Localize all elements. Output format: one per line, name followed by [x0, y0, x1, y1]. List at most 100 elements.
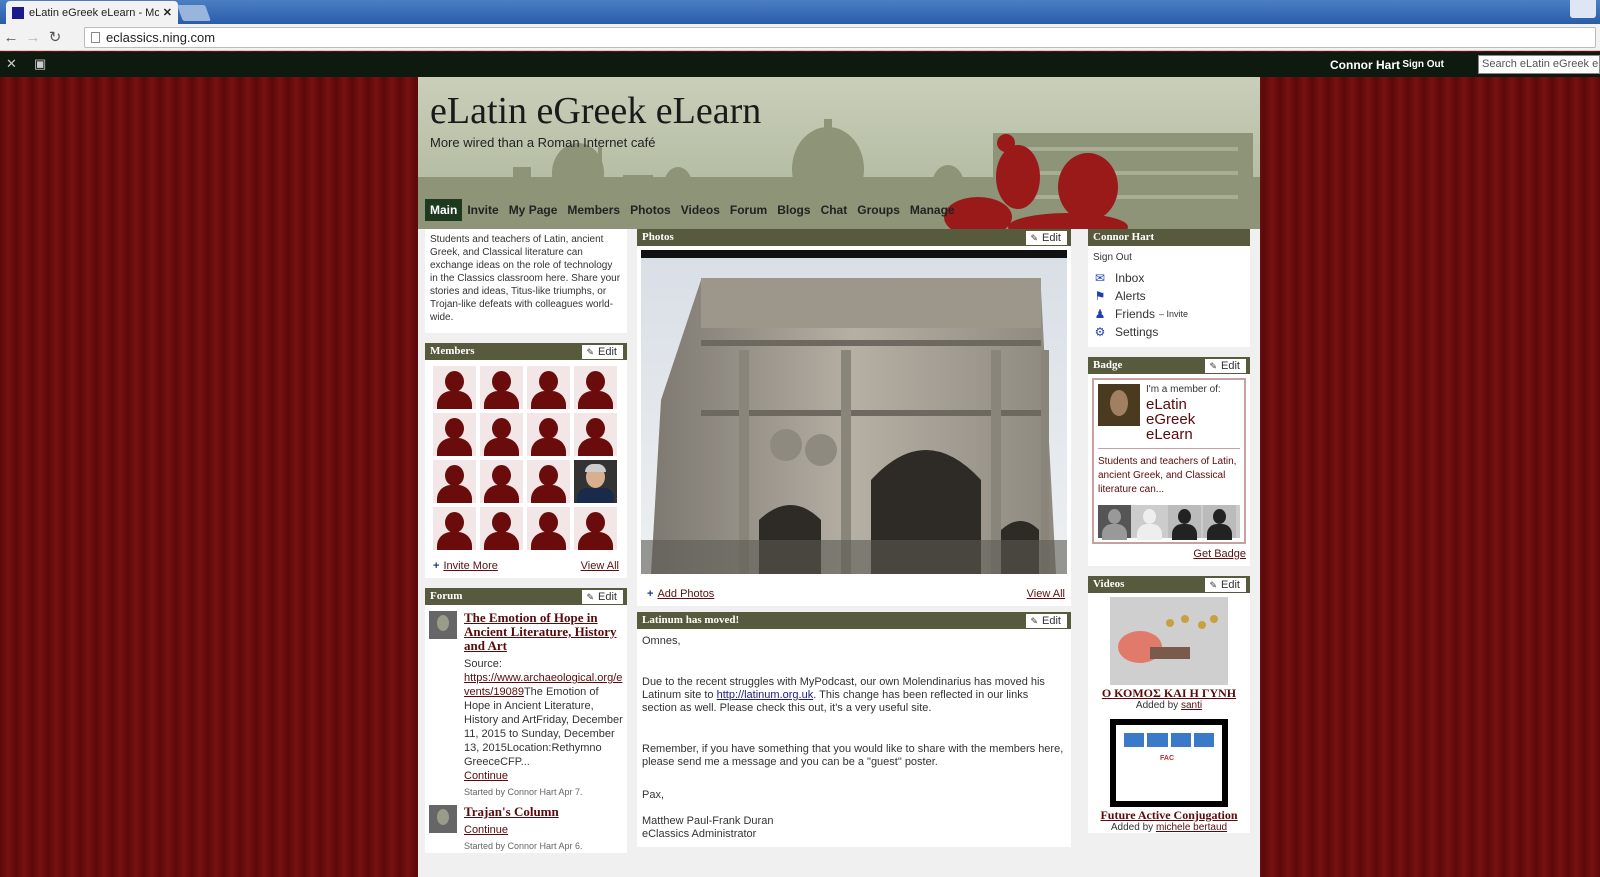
video-title-link[interactable]: Future Active Conjugation — [1088, 809, 1250, 822]
member-avatar[interactable] — [574, 507, 617, 550]
invite-more-link[interactable]: Invite More — [443, 560, 497, 572]
nav-my-page[interactable]: My Page — [504, 199, 563, 221]
topic-continue-link[interactable]: Continue — [464, 824, 508, 836]
ningbar-user-name[interactable]: Connor Hart — [1330, 58, 1400, 72]
topic-title-link[interactable]: The Emotion of Hope in Ancient Literatur… — [464, 611, 623, 653]
nav-manage[interactable]: Manage — [905, 199, 960, 221]
person-icon: ♟ — [1094, 307, 1106, 321]
post-body: Omnes, Due to the recent struggles with … — [637, 629, 1071, 847]
video-thumbnail[interactable]: FAC — [1110, 719, 1228, 807]
topic-author-avatar[interactable] — [429, 611, 457, 639]
get-badge: Get Badge — [1088, 548, 1250, 566]
photos-edit-button[interactable]: ✎ Edit — [1026, 231, 1067, 245]
blog-post-module: Latinum has moved! ✎ Edit Omnes, Due to t… — [637, 612, 1071, 847]
videos-title: Videos — [1093, 578, 1125, 590]
site-title[interactable]: eLatin eGreek eLearn — [430, 89, 761, 133]
add-photos-link[interactable]: Add Photos — [657, 588, 714, 600]
get-badge-link[interactable]: Get Badge — [1193, 548, 1246, 560]
nav-groups[interactable]: Groups — [852, 199, 905, 221]
member-avatar[interactable] — [480, 366, 523, 409]
badge-member-face — [1098, 505, 1131, 540]
video-author-link[interactable]: santi — [1181, 700, 1202, 711]
badge-member-faces — [1098, 505, 1240, 540]
member-avatar[interactable] — [480, 507, 523, 550]
badge-network-name: eLatin eGreek eLearn — [1146, 396, 1196, 443]
nav-videos[interactable]: Videos — [676, 199, 725, 221]
photo-slideshow[interactable] — [641, 250, 1067, 574]
arch-of-constantine-photo — [641, 258, 1067, 574]
member-avatar[interactable] — [527, 507, 570, 550]
member-avatar[interactable] — [433, 507, 476, 550]
left-column: Students and teachers of Latin, ancient … — [425, 229, 627, 863]
address-url: eclassics.ning.com — [106, 30, 216, 45]
nav-chat[interactable]: Chat — [816, 199, 853, 221]
badge-member-face — [1168, 505, 1201, 540]
nav-forum[interactable]: Forum — [725, 199, 772, 221]
members-edit-button[interactable]: ✎ Edit — [582, 345, 623, 359]
inbox-link[interactable]: ✉ Inbox — [1093, 269, 1245, 287]
pencil-icon: ✎ — [1030, 616, 1039, 626]
video-title-link[interactable]: Ο ΚΟΜΟΣ ΚΑΙ Η ΓΥΝΗ — [1088, 687, 1250, 700]
post-closing: Pax, — [642, 789, 665, 801]
badge-edit-button[interactable]: ✎ Edit — [1205, 359, 1246, 373]
page-icon — [91, 32, 100, 43]
layout-icon[interactable]: ▣ — [34, 56, 46, 72]
video-author-link[interactable]: michele bertaud — [1156, 822, 1227, 833]
forum-edit-button[interactable]: ✎ Edit — [582, 590, 623, 604]
pencil-icon: ✎ — [1209, 361, 1218, 371]
alerts-link[interactable]: ⚑ Alerts — [1093, 287, 1245, 305]
nav-blogs[interactable]: Blogs — [772, 199, 815, 221]
friends-link[interactable]: ♟ Friends – Invite — [1093, 305, 1245, 323]
tools-icon[interactable]: ✕ — [6, 56, 17, 72]
post-edit-button[interactable]: ✎ Edit — [1026, 614, 1067, 628]
edit-label: Edit — [598, 591, 617, 603]
site-favicon-icon — [12, 6, 24, 19]
member-avatar[interactable] — [480, 460, 523, 503]
forum-header: Forum ✎ Edit — [425, 588, 627, 605]
nav-members[interactable]: Members — [562, 199, 625, 221]
network-search-input[interactable]: Search eLatin eGreek eLe — [1478, 55, 1600, 74]
new-tab-button[interactable] — [177, 5, 211, 21]
topic-continue-link[interactable]: Continue — [464, 770, 508, 782]
window-profile-button[interactable] — [1570, 0, 1596, 18]
topic-author-avatar[interactable] — [429, 805, 457, 833]
photos-view-all-link[interactable]: View All — [1027, 588, 1065, 600]
nav-main[interactable]: Main — [425, 199, 463, 221]
added-by-label: Added by — [1110, 822, 1154, 833]
nav-invite[interactable]: Invite — [462, 199, 503, 221]
user-box-title: Connor Hart — [1093, 231, 1155, 243]
member-avatar[interactable] — [480, 413, 523, 456]
member-avatar[interactable] — [527, 460, 570, 503]
userbox-sign-out[interactable]: Sign Out — [1093, 252, 1245, 263]
nav-photos[interactable]: Photos — [625, 199, 676, 221]
latinum-link[interactable]: http://latinum.org.uk — [717, 689, 814, 701]
address-bar[interactable]: eclassics.ning.com — [84, 27, 1596, 48]
badge-member-face — [1133, 505, 1166, 540]
forum-topic: Trajan's Column Continue Started by Conn… — [425, 799, 627, 853]
member-avatar-photo[interactable] — [574, 460, 617, 503]
inbox-label: Inbox — [1115, 271, 1145, 285]
ningbar-sign-out[interactable]: Sign Out — [1402, 59, 1444, 70]
browser-tab[interactable]: eLatin eGreek eLearn - Mc ✕ — [6, 1, 178, 24]
main-nav: Main Invite My Page Members Photos Video… — [425, 199, 960, 221]
forward-arrow-icon[interactable]: → — [22, 29, 44, 46]
videos-edit-button[interactable]: ✎ Edit — [1205, 578, 1246, 592]
member-avatar[interactable] — [433, 413, 476, 456]
friends-invite-link[interactable]: – Invite — [1159, 309, 1188, 319]
member-avatar[interactable] — [527, 366, 570, 409]
member-avatar[interactable] — [574, 413, 617, 456]
member-avatar[interactable] — [433, 460, 476, 503]
back-arrow-icon[interactable]: ← — [0, 29, 22, 46]
video-thumbnail[interactable] — [1110, 597, 1228, 685]
reload-icon[interactable]: ↻ — [44, 28, 66, 46]
tab-close-icon[interactable]: ✕ — [163, 6, 172, 19]
network-badge[interactable]: I'm a member of: eLatin eGreek eLearn St… — [1092, 378, 1246, 544]
member-avatar[interactable] — [527, 413, 570, 456]
members-view-all-link[interactable]: View All — [581, 560, 619, 572]
member-avatar[interactable] — [574, 366, 617, 409]
settings-link[interactable]: ⚙ Settings — [1093, 323, 1245, 341]
tab-title: eLatin eGreek eLearn - Mc — [29, 6, 159, 19]
member-avatar[interactable] — [433, 366, 476, 409]
topic-title-link[interactable]: Trajan's Column — [464, 805, 623, 819]
added-by-label: Added by — [1135, 700, 1179, 711]
